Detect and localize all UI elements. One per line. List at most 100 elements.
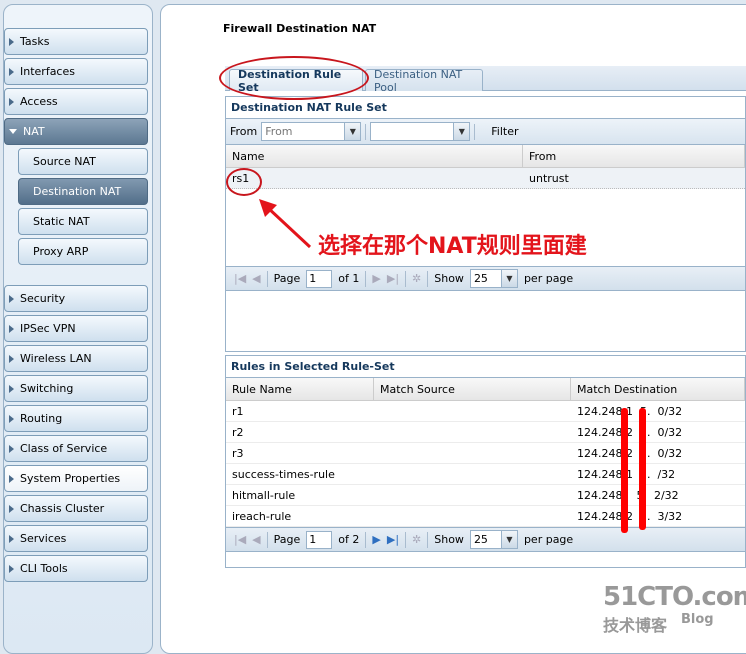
filter-button[interactable]: Filter <box>491 125 518 138</box>
watermark: 51CTO.com 技术博客 Blog <box>603 582 746 636</box>
highlight-circle <box>226 168 262 196</box>
table-row[interactable]: r1 124.248.1 5. 0/32 <box>226 401 745 422</box>
sidebar-item-label: Switching <box>20 382 74 395</box>
sidebar-subitem-source-nat[interactable]: Source NAT <box>18 148 148 175</box>
chevron-down-icon[interactable]: ▼ <box>500 270 517 287</box>
from-label: From <box>230 125 258 138</box>
table-row[interactable]: r3 124.248.2 5. 0/32 <box>226 443 745 464</box>
column-name[interactable]: Name <box>226 145 523 167</box>
redaction-mark <box>621 408 628 533</box>
page-title: Firewall Destination NAT <box>223 22 377 35</box>
ruleset-title: Destination NAT Rule Set <box>226 97 745 119</box>
expand-triangle-icon <box>9 354 14 363</box>
expand-triangle-icon <box>9 384 14 393</box>
column-from[interactable]: From <box>523 145 745 167</box>
table-row[interactable]: r2 124.248.2 5. 0/32 <box>226 422 745 443</box>
cell-rule-name: r1 <box>232 404 244 418</box>
sidebar-item-services[interactable]: Services <box>4 525 148 552</box>
sidebar-item-nat[interactable]: NAT <box>4 118 148 145</box>
expand-triangle-icon <box>9 97 14 106</box>
show-label: Show <box>434 533 464 546</box>
sidebar-subitem-label: Static NAT <box>33 215 90 228</box>
table-row[interactable]: success-times-rule124.248.1 5. /32 <box>226 464 745 485</box>
sidebar-item-routing[interactable]: Routing <box>4 405 148 432</box>
chevron-down-icon[interactable]: ▼ <box>453 123 470 140</box>
prev-page-icon[interactable]: ◀ <box>252 272 260 285</box>
sidebar-item-label: Access <box>20 95 58 108</box>
sidebar-item-system-properties[interactable]: System Properties <box>4 465 148 492</box>
page-label: Page <box>273 272 301 285</box>
column-rule-name[interactable]: Rule Name <box>226 378 374 400</box>
page-input[interactable] <box>306 530 333 549</box>
sidebar-item-cli-tools[interactable]: CLI Tools <box>4 555 148 582</box>
sidebar-item-wireless-lan[interactable]: Wireless LAN <box>4 345 148 372</box>
expand-triangle-icon <box>9 37 14 46</box>
chevron-down-icon[interactable]: ▼ <box>344 123 361 140</box>
sidebar-subitem-proxy-arp[interactable]: Proxy ARP <box>18 238 148 265</box>
sidebar-item-ipsec-vpn[interactable]: IPSec VPN <box>4 315 148 342</box>
sidebar-item-label: Security <box>20 292 66 305</box>
expand-triangle-icon <box>9 294 14 303</box>
expand-triangle-icon <box>9 534 14 543</box>
sidebar-item-tasks[interactable]: Tasks <box>4 28 148 55</box>
chevron-down-icon[interactable]: ▼ <box>500 531 517 548</box>
refresh-icon[interactable]: ✲ <box>412 272 421 285</box>
sidebar-item-label: Wireless LAN <box>20 352 92 365</box>
ruleset-pager: |◀ ◀ Page of 1 ▶ ▶| ✲ Show 25 ▼ per page <box>226 266 745 291</box>
first-page-icon[interactable]: |◀ <box>234 272 246 285</box>
column-match-source[interactable]: Match Source <box>374 378 571 400</box>
rules-title: Rules in Selected Rule-Set <box>226 356 745 378</box>
rules-panel: Rules in Selected Rule-Set Rule Name Mat… <box>225 355 746 568</box>
sidebar-item-interfaces[interactable]: Interfaces <box>4 58 148 85</box>
rules-pager: |◀ ◀ Page of 2 ▶ ▶| ✲ Show 25 ▼ per page <box>226 527 745 552</box>
sidebar-item-label: CLI Tools <box>20 562 68 575</box>
expand-triangle-icon <box>9 504 14 513</box>
expand-triangle-icon <box>9 129 17 134</box>
page-size-value: 25 <box>473 272 488 285</box>
expand-triangle-icon <box>9 474 14 483</box>
page-count: of 2 <box>338 533 360 546</box>
filter-value-select[interactable]: ▼ <box>370 122 471 141</box>
column-match-destination[interactable]: Match Destination <box>571 378 745 400</box>
cell-rule-name: success-times-rule <box>232 467 335 481</box>
from-placeholder: From <box>265 125 293 138</box>
cell-rule-name: r2 <box>232 425 244 439</box>
next-page-icon[interactable]: ▶ <box>372 272 380 285</box>
sidebar-item-switching[interactable]: Switching <box>4 375 148 402</box>
sidebar-item-chassis-cluster[interactable]: Chassis Cluster <box>4 495 148 522</box>
show-label: Show <box>434 272 464 285</box>
sidebar-item-label: Services <box>20 532 67 545</box>
table-row[interactable]: hitmall-rule124.248. 5. 2/32 <box>226 485 745 506</box>
sidebar-item-label: Routing <box>20 412 63 425</box>
last-page-icon[interactable]: ▶| <box>387 533 399 546</box>
first-page-icon[interactable]: |◀ <box>234 533 246 546</box>
expand-triangle-icon <box>9 324 14 333</box>
sidebar-item-label: System Properties <box>20 472 121 485</box>
sidebar-item-class-of-service[interactable]: Class of Service <box>4 435 148 462</box>
cell-rule-name: hitmall-rule <box>232 488 296 502</box>
page-count: of 1 <box>338 272 360 285</box>
sidebar-item-label: IPSec VPN <box>20 322 76 335</box>
page-size-select[interactable]: 25 ▼ <box>469 269 518 288</box>
tab-destination-nat-pool[interactable]: Destination NAT Pool <box>365 68 483 94</box>
ruleset-table-header: Name From <box>226 145 745 168</box>
page-size-select[interactable]: 25 ▼ <box>469 530 518 549</box>
watermark-blog: Blog <box>681 612 714 627</box>
expand-triangle-icon <box>9 444 14 453</box>
next-page-icon[interactable]: ▶ <box>372 533 380 546</box>
table-row[interactable]: ireach-rule 124.248.2 5. 3/32 <box>226 506 745 527</box>
page-input[interactable] <box>306 269 333 288</box>
table-row[interactable]: rs1 untrust <box>226 168 745 189</box>
sidebar-item-security[interactable]: Security <box>4 285 148 312</box>
redaction-mark <box>639 408 646 530</box>
expand-triangle-icon <box>9 67 14 76</box>
sidebar-item-label: Interfaces <box>20 65 75 78</box>
sidebar-subitem-destination-nat[interactable]: Destination NAT <box>18 178 148 205</box>
sidebar-subitem-label: Destination NAT <box>33 185 122 198</box>
sidebar-item-access[interactable]: Access <box>4 88 148 115</box>
refresh-icon[interactable]: ✲ <box>412 533 421 546</box>
prev-page-icon[interactable]: ◀ <box>252 533 260 546</box>
last-page-icon[interactable]: ▶| <box>387 272 399 285</box>
sidebar-subitem-static-nat[interactable]: Static NAT <box>18 208 148 235</box>
from-select[interactable]: From ▼ <box>261 122 362 141</box>
